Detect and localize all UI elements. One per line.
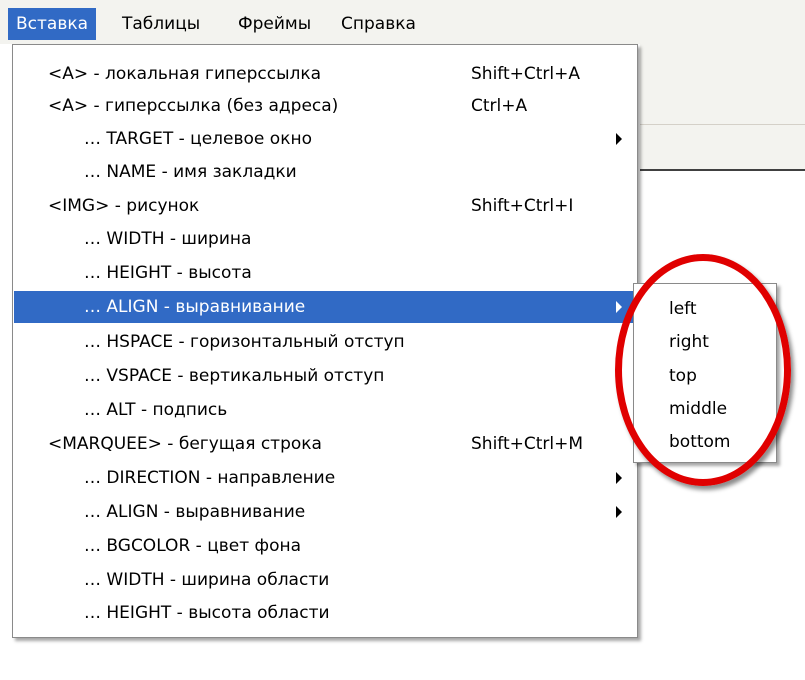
menu-item-shortcut: Shift+Ctrl+I xyxy=(471,196,574,216)
toolbar-area xyxy=(640,44,805,124)
menu-item-label: … TARGET - целевое окно xyxy=(84,129,312,149)
menu-item-label: … VSPACE - вертикальный отступ xyxy=(84,366,385,386)
menu-item-label: … WIDTH - ширина области xyxy=(84,570,330,590)
menu-item-marquee-align[interactable]: … ALIGN - выравнивание xyxy=(14,496,636,528)
menu-item-shortcut: Shift+Ctrl+M xyxy=(471,434,584,454)
menu-help[interactable]: Справка xyxy=(333,8,424,40)
submenu-arrow-icon xyxy=(616,472,622,484)
menu-item-label: … WIDTH - ширина xyxy=(84,229,252,249)
menu-item-label: … ALIGN - выравнивание xyxy=(84,502,306,522)
insert-dropdown-menu: <A> - локальная гиперссылка Shift+Ctrl+A… xyxy=(12,44,638,638)
menu-item-direction[interactable]: … DIRECTION - направление xyxy=(14,462,636,494)
menu-item-img-height[interactable]: … HEIGHT - высота xyxy=(14,257,636,289)
menu-item-shortcut: Ctrl+A xyxy=(471,96,528,116)
menubar: Вставка Таблицы Фреймы Справка xyxy=(0,0,805,44)
menu-item-hspace[interactable]: … HSPACE - горизонтальный отступ xyxy=(14,326,636,358)
menu-item-shortcut: Shift+Ctrl+A xyxy=(471,64,581,84)
menu-item-name[interactable]: … NAME - имя закладки xyxy=(14,156,636,188)
toolbar-area-secondary xyxy=(640,124,805,171)
menu-item-img-width[interactable]: … WIDTH - ширина xyxy=(14,223,636,255)
menu-item-local-hyperlink[interactable]: <A> - локальная гиперссылка Shift+Ctrl+A xyxy=(14,58,636,90)
menu-insert[interactable]: Вставка xyxy=(8,8,97,40)
menu-item-label: … ALIGN - выравнивание xyxy=(84,297,306,317)
menu-item-label: <A> - локальная гиперссылка xyxy=(48,64,322,84)
menu-item-alt[interactable]: … ALT - подпись xyxy=(14,394,636,426)
menu-item-bgcolor[interactable]: … BGCOLOR - цвет фона xyxy=(14,530,636,562)
menu-item-area-height[interactable]: … HEIGHT - высота области xyxy=(14,597,636,629)
submenu-arrow-icon xyxy=(616,133,622,145)
menu-item-label: … BGCOLOR - цвет фона xyxy=(84,536,302,556)
menu-tables[interactable]: Таблицы xyxy=(114,8,208,40)
menu-item-label: … ALT - подпись xyxy=(84,400,228,420)
menu-item-label: <MARQUEE> - бегущая строка xyxy=(48,434,322,454)
menu-frames[interactable]: Фреймы xyxy=(230,8,319,40)
highlight-oval-annotation xyxy=(615,254,791,486)
menu-item-marquee[interactable]: <MARQUEE> - бегущая строка Shift+Ctrl+M xyxy=(14,428,636,460)
menu-item-area-width[interactable]: … WIDTH - ширина области xyxy=(14,564,636,596)
menu-item-label: <A> - гиперссылка (без адреса) xyxy=(48,96,339,116)
menu-item-target[interactable]: … TARGET - целевое окно xyxy=(14,123,636,155)
menu-item-label: … HEIGHT - высота xyxy=(84,263,252,283)
menu-item-vspace[interactable]: … VSPACE - вертикальный отступ xyxy=(14,360,636,392)
menu-item-img-align[interactable]: … ALIGN - выравнивание xyxy=(14,291,636,323)
menu-item-label: … NAME - имя закладки xyxy=(84,162,297,182)
menu-item-label: … DIRECTION - направление xyxy=(84,468,336,488)
menu-item-label: … HEIGHT - высота области xyxy=(84,603,330,623)
submenu-arrow-icon xyxy=(616,506,622,518)
submenu-arrow-icon xyxy=(616,301,622,313)
menu-item-label: … HSPACE - горизонтальный отступ xyxy=(84,332,405,352)
menu-item-img[interactable]: <IMG> - рисунок Shift+Ctrl+I xyxy=(14,190,636,222)
menu-item-label: <IMG> - рисунок xyxy=(48,196,200,216)
menu-item-hyperlink-no-address[interactable]: <A> - гиперссылка (без адреса) Ctrl+A xyxy=(14,90,636,122)
